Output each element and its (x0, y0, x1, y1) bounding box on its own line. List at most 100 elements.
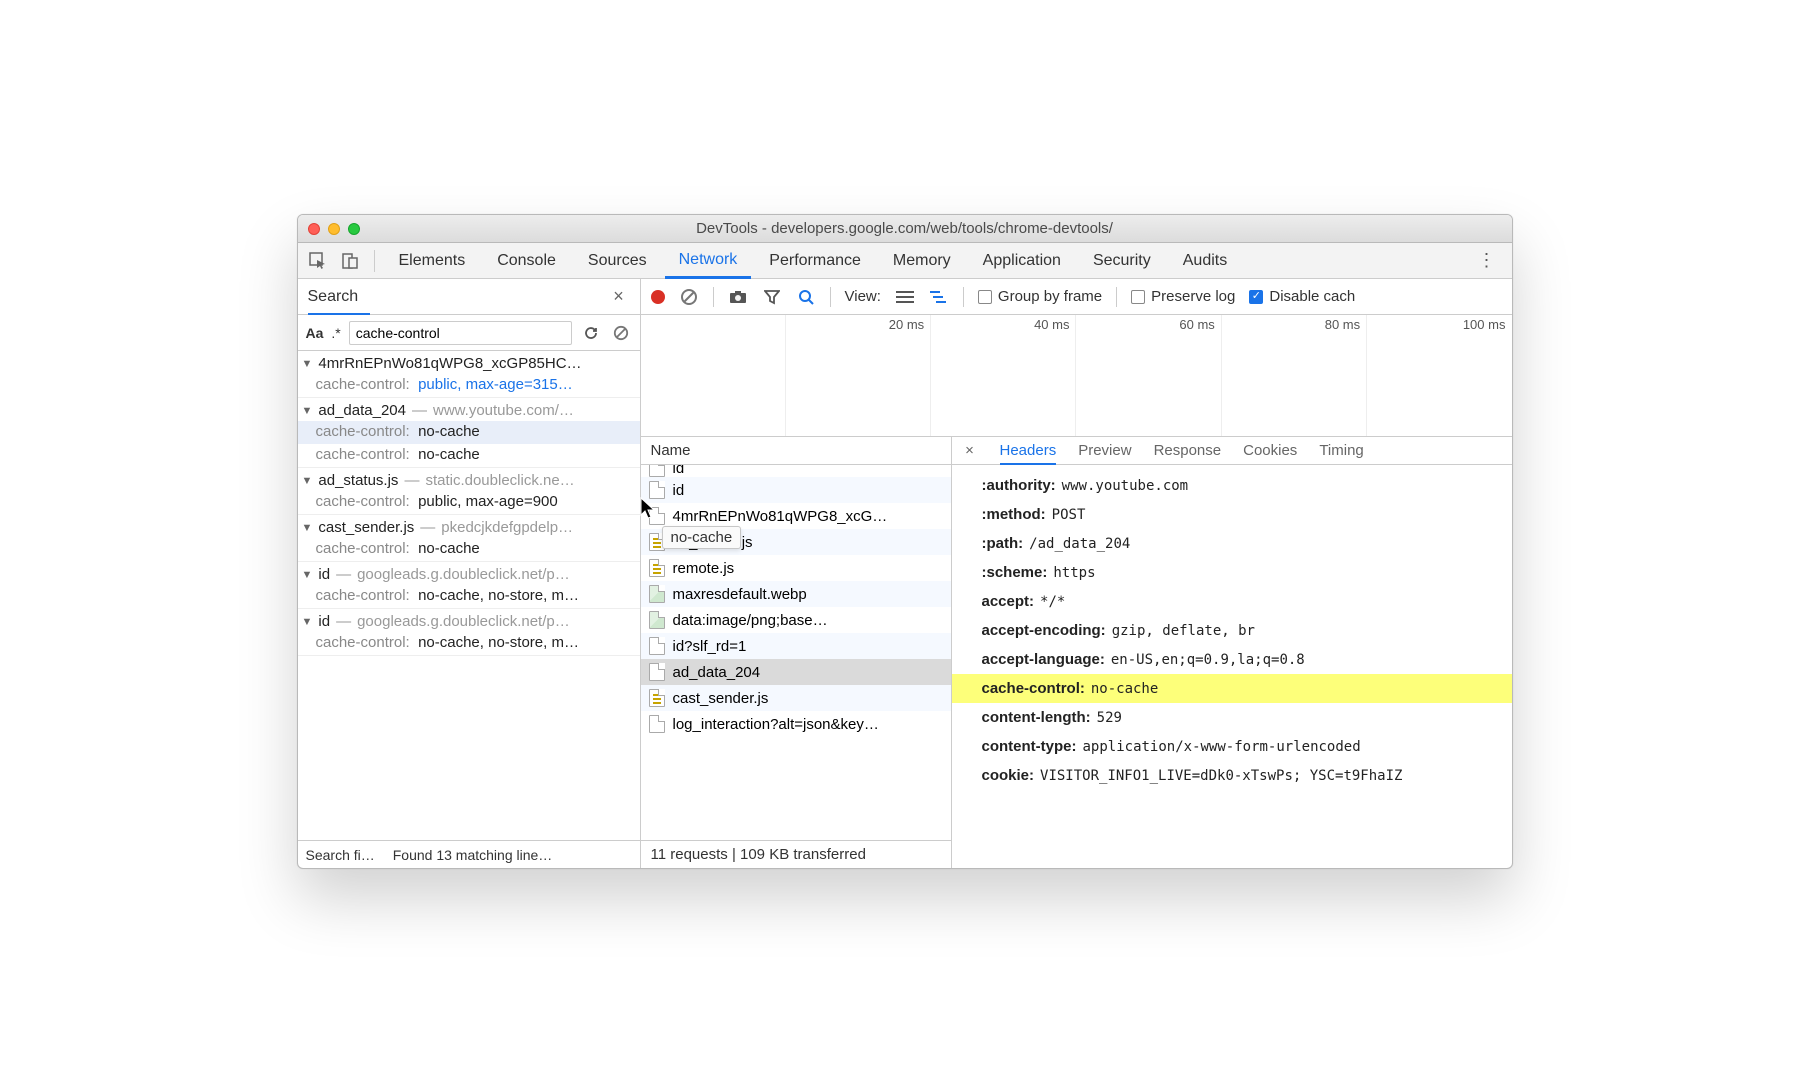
panel-tabstrip: ElementsConsoleSourcesNetworkPerformance… (298, 243, 1512, 279)
details-tab-response[interactable]: Response (1154, 437, 1222, 465)
details-tab-timing[interactable]: Timing (1319, 437, 1363, 465)
details-tab-preview[interactable]: Preview (1078, 437, 1131, 465)
waterfall-overview[interactable]: 20 ms40 ms60 ms80 ms100 ms (641, 315, 1512, 437)
more-menu-icon[interactable]: ⋮ (1468, 250, 1506, 271)
inspect-element-icon[interactable] (304, 247, 332, 275)
request-row[interactable]: ad_data_204 (641, 659, 951, 685)
panel-tab-network[interactable]: Network (665, 243, 752, 279)
disable-cache-checkbox[interactable]: ✓Disable cach (1249, 288, 1355, 305)
details-tab-cookies[interactable]: Cookies (1243, 437, 1297, 465)
request-details: × Headers Preview Response Cookies Timing :a… (952, 437, 1512, 868)
search-result-group: ▼id — googleads.g.doubleclick.net/p…cach… (298, 609, 640, 656)
header-row[interactable]: cache-control:no-cache (952, 674, 1512, 703)
refresh-icon[interactable] (580, 322, 602, 344)
request-rows: idid4mrRnEPnWo81qWPG8_xcG…ad_status.jsre… (641, 465, 951, 840)
header-row[interactable]: accept:*/* (982, 587, 1500, 616)
clear-log-icon[interactable] (679, 287, 699, 307)
header-row[interactable]: content-length:529 (982, 703, 1500, 732)
panel-tab-application[interactable]: Application (969, 243, 1075, 279)
header-row[interactable]: accept-encoding:gzip, deflate, br (982, 616, 1500, 645)
file-icon (649, 465, 665, 477)
filter-icon[interactable] (762, 287, 782, 307)
close-icon[interactable]: × (608, 286, 630, 307)
headers-list: :authority:www.youtube.com:method:POST:p… (952, 465, 1512, 868)
panel-tab-memory[interactable]: Memory (879, 243, 965, 279)
file-icon (649, 559, 665, 577)
request-name: remote.js (673, 560, 735, 577)
panel-tab-sources[interactable]: Sources (574, 243, 661, 279)
header-row[interactable]: :method:POST (982, 500, 1500, 529)
regex-toggle[interactable]: .* (331, 325, 340, 341)
request-list-header[interactable]: Name (641, 437, 951, 465)
search-icon[interactable] (796, 287, 816, 307)
panel-tab-security[interactable]: Security (1079, 243, 1165, 279)
search-result-line[interactable]: cache-control: public, max-age=900 (298, 491, 640, 514)
search-result-line[interactable]: cache-control: no-cache, no-store, m… (298, 585, 640, 608)
request-row[interactable]: data:image/png;base… (641, 607, 951, 633)
header-row[interactable]: content-type:application/x-www-form-urle… (982, 732, 1500, 761)
waterfall-tick: 40 ms (1034, 317, 1069, 332)
search-panel-title: Search (308, 288, 359, 306)
capture-screenshots-icon[interactable] (728, 287, 748, 307)
request-row[interactable]: cast_sender.js (641, 685, 951, 711)
header-row[interactable]: :scheme:https (982, 558, 1500, 587)
preserve-log-checkbox[interactable]: Preserve log (1131, 288, 1235, 305)
panel-tab-performance[interactable]: Performance (755, 243, 875, 279)
search-panel: Search × Aa .* ▼4mrRnEPnWo81qWPG8_xcGP85… (298, 279, 641, 868)
search-result-group: ▼4mrRnEPnWo81qWPG8_xcGP85HC…cache-contro… (298, 351, 640, 398)
request-row[interactable]: id (641, 477, 951, 503)
search-results: ▼4mrRnEPnWo81qWPG8_xcGP85HC…cache-contro… (298, 351, 640, 840)
request-name: 4mrRnEPnWo81qWPG8_xcG… (673, 508, 888, 525)
search-result-line[interactable]: cache-control: no-cache (298, 421, 640, 444)
search-status-bar: Search fi… Found 13 matching line… (298, 840, 640, 868)
request-row[interactable]: remote.js (641, 555, 951, 581)
record-button[interactable] (651, 290, 665, 304)
search-result-line[interactable]: cache-control: no-cache (298, 444, 640, 467)
request-row[interactable]: id (641, 465, 951, 477)
request-row[interactable]: maxresdefault.webp (641, 581, 951, 607)
header-row[interactable]: accept-language:en-US,en;q=0.9,la;q=0.8 (982, 645, 1500, 674)
titlebar: DevTools - developers.google.com/web/too… (298, 215, 1512, 243)
network-toolbar: View: Group by frame Preserve log ✓Disab… (641, 279, 1512, 315)
file-icon (649, 637, 665, 655)
search-result-line[interactable]: cache-control: no-cache (298, 538, 640, 561)
group-by-frame-checkbox[interactable]: Group by frame (978, 288, 1102, 305)
search-result-line[interactable]: cache-control: no-cache, no-store, m… (298, 632, 640, 655)
clear-icon[interactable] (610, 322, 632, 344)
panel-tab-elements[interactable]: Elements (385, 243, 480, 279)
panel-tab-console[interactable]: Console (483, 243, 570, 279)
request-row[interactable]: id?slf_rd=1 (641, 633, 951, 659)
waterfall-tick: 20 ms (889, 317, 924, 332)
request-name: data:image/png;base… (673, 612, 828, 629)
file-icon (649, 481, 665, 499)
network-panel: View: Group by frame Preserve log ✓Disab… (641, 279, 1512, 868)
header-row[interactable]: :authority:www.youtube.com (982, 471, 1500, 500)
request-name: ad_data_204 (673, 664, 761, 681)
search-result-file[interactable]: ▼id — googleads.g.doubleclick.net/p… (298, 609, 640, 632)
search-result-file[interactable]: ▼cast_sender.js — pkedcjkdefgpdelp… (298, 515, 640, 538)
header-row[interactable]: :path:/ad_data_204 (982, 529, 1500, 558)
search-result-file[interactable]: ▼id — googleads.g.doubleclick.net/p… (298, 562, 640, 585)
large-rows-icon[interactable] (895, 287, 915, 307)
search-result-file[interactable]: ▼ad_status.js — static.doubleclick.ne… (298, 468, 640, 491)
details-tab-headers[interactable]: Headers (1000, 437, 1057, 465)
search-result-file[interactable]: ▼ad_data_204 — www.youtube.com/… (298, 398, 640, 421)
close-details-icon[interactable]: × (962, 442, 978, 459)
search-result-file[interactable]: ▼4mrRnEPnWo81qWPG8_xcGP85HC… (298, 351, 640, 374)
match-case-toggle[interactable]: Aa (306, 325, 324, 341)
request-name: id?slf_rd=1 (673, 638, 747, 655)
waterfall-view-icon[interactable] (929, 287, 949, 307)
search-toolbar: Aa .* (298, 315, 640, 351)
file-icon (649, 689, 665, 707)
search-result-group: ▼ad_status.js — static.doubleclick.ne…ca… (298, 468, 640, 515)
search-input[interactable] (349, 321, 572, 345)
details-tabs: × Headers Preview Response Cookies Timing (952, 437, 1512, 465)
device-toolbar-icon[interactable] (336, 247, 364, 275)
request-name: id (673, 482, 685, 499)
tooltip: no-cache (662, 526, 742, 549)
panel-tab-audits[interactable]: Audits (1169, 243, 1241, 279)
request-row[interactable]: log_interaction?alt=json&key… (641, 711, 951, 737)
header-row[interactable]: cookie:VISITOR_INFO1_LIVE=dDk0-xTswPs; Y… (982, 761, 1500, 790)
file-icon (649, 715, 665, 733)
search-result-line[interactable]: cache-control: public, max-age=315… (298, 374, 640, 397)
